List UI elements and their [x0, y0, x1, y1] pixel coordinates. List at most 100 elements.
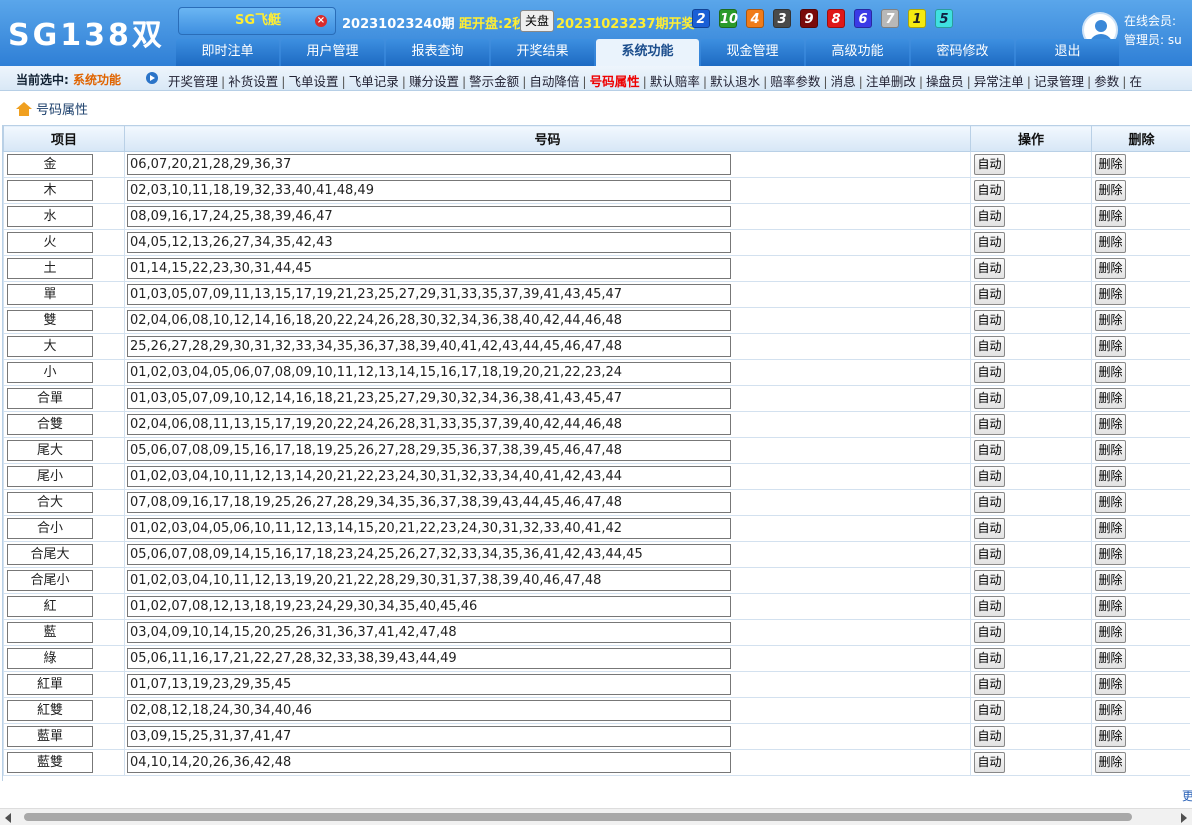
- item-name-field[interactable]: 合雙: [7, 414, 93, 435]
- sub-link[interactable]: 赔率参数: [770, 74, 820, 89]
- delete-button[interactable]: 删除: [1095, 674, 1126, 695]
- numbers-field[interactable]: 03,04,09,10,14,15,20,25,26,31,36,37,41,4…: [127, 622, 731, 643]
- auto-button[interactable]: 自动: [974, 466, 1005, 487]
- auto-button[interactable]: 自动: [974, 440, 1005, 461]
- delete-button[interactable]: 删除: [1095, 700, 1126, 721]
- nav-tab[interactable]: 用户管理: [281, 39, 384, 66]
- auto-button[interactable]: 自动: [974, 596, 1005, 617]
- item-name-field[interactable]: 尾小: [7, 466, 93, 487]
- delete-button[interactable]: 删除: [1095, 648, 1126, 669]
- delete-button[interactable]: 删除: [1095, 752, 1126, 773]
- numbers-field[interactable]: 05,06,11,16,17,21,22,27,28,32,33,38,39,4…: [127, 648, 731, 669]
- nav-tab[interactable]: 密码修改: [911, 39, 1014, 66]
- item-name-field[interactable]: 尾大: [7, 440, 93, 461]
- sub-link[interactable]: 记录管理: [1034, 74, 1084, 89]
- delete-button[interactable]: 删除: [1095, 518, 1126, 539]
- item-name-field[interactable]: 水: [7, 206, 93, 227]
- numbers-field[interactable]: 01,02,03,04,10,11,12,13,19,20,21,22,28,2…: [127, 570, 731, 591]
- nav-tab[interactable]: 退出: [1016, 39, 1119, 66]
- delete-button[interactable]: 删除: [1095, 414, 1126, 435]
- delete-button[interactable]: 删除: [1095, 284, 1126, 305]
- delete-button[interactable]: 删除: [1095, 362, 1126, 383]
- numbers-field[interactable]: 04,10,14,20,26,36,42,48: [127, 752, 731, 773]
- nav-tab[interactable]: 即时注单: [176, 39, 279, 66]
- numbers-field[interactable]: 01,03,05,07,09,11,13,15,17,19,21,23,25,2…: [127, 284, 731, 305]
- auto-button[interactable]: 自动: [974, 362, 1005, 383]
- delete-button[interactable]: 删除: [1095, 570, 1126, 591]
- auto-button[interactable]: 自动: [974, 180, 1005, 201]
- item-name-field[interactable]: 合尾大: [7, 544, 93, 565]
- numbers-field[interactable]: 02,04,06,08,11,13,15,17,19,20,22,24,26,2…: [127, 414, 731, 435]
- item-name-field[interactable]: 金: [7, 154, 93, 175]
- numbers-field[interactable]: 06,07,20,21,28,29,36,37: [127, 154, 731, 175]
- auto-button[interactable]: 自动: [974, 336, 1005, 357]
- item-name-field[interactable]: 紅雙: [7, 700, 93, 721]
- online-members-label[interactable]: 在线会员:: [1124, 12, 1176, 29]
- sub-link[interactable]: 注单删改: [866, 74, 916, 89]
- item-name-field[interactable]: 合小: [7, 518, 93, 539]
- numbers-field[interactable]: 02,03,10,11,18,19,32,33,40,41,48,49: [127, 180, 731, 201]
- item-name-field[interactable]: 木: [7, 180, 93, 201]
- scroll-right-arrow-icon[interactable]: [1181, 813, 1187, 823]
- home-icon[interactable]: [16, 102, 32, 116]
- numbers-field[interactable]: 05,06,07,08,09,15,16,17,18,19,25,26,27,2…: [127, 440, 731, 461]
- sub-link[interactable]: 飞单记录: [349, 74, 399, 89]
- sub-link[interactable]: 飞单设置: [288, 74, 338, 89]
- delete-button[interactable]: 删除: [1095, 258, 1126, 279]
- close-icon[interactable]: ×: [315, 15, 327, 27]
- auto-button[interactable]: 自动: [974, 232, 1005, 253]
- auto-button[interactable]: 自动: [974, 752, 1005, 773]
- numbers-field[interactable]: 04,05,12,13,26,27,34,35,42,43: [127, 232, 731, 253]
- item-name-field[interactable]: 大: [7, 336, 93, 357]
- numbers-field[interactable]: 01,07,13,19,23,29,35,45: [127, 674, 731, 695]
- numbers-field[interactable]: 03,09,15,25,31,37,41,47: [127, 726, 731, 747]
- item-name-field[interactable]: 合大: [7, 492, 93, 513]
- numbers-field[interactable]: 01,02,07,08,12,13,18,19,23,24,29,30,34,3…: [127, 596, 731, 617]
- auto-button[interactable]: 自动: [974, 284, 1005, 305]
- item-name-field[interactable]: 綠: [7, 648, 93, 669]
- sub-link[interactable]: 参数: [1094, 74, 1119, 89]
- delete-button[interactable]: 删除: [1095, 726, 1126, 747]
- delete-button[interactable]: 删除: [1095, 596, 1126, 617]
- numbers-field[interactable]: 25,26,27,28,29,30,31,32,33,34,35,36,37,3…: [127, 336, 731, 357]
- nav-tab[interactable]: 报表查询: [386, 39, 489, 66]
- delete-button[interactable]: 删除: [1095, 154, 1126, 175]
- item-name-field[interactable]: 藍雙: [7, 752, 93, 773]
- numbers-field[interactable]: 07,08,09,16,17,18,19,25,26,27,28,29,34,3…: [127, 492, 731, 513]
- item-name-field[interactable]: 小: [7, 362, 93, 383]
- sub-link[interactable]: 警示金额: [469, 74, 519, 89]
- scrollbar-thumb[interactable]: [24, 813, 1132, 821]
- horizontal-scrollbar[interactable]: [0, 808, 1192, 825]
- numbers-field[interactable]: 02,08,12,18,24,30,34,40,46: [127, 700, 731, 721]
- numbers-field[interactable]: 01,02,03,04,05,06,07,08,09,10,11,12,13,1…: [127, 362, 731, 383]
- item-name-field[interactable]: 土: [7, 258, 93, 279]
- item-name-field[interactable]: 紅: [7, 596, 93, 617]
- delete-button[interactable]: 删除: [1095, 544, 1126, 565]
- scroll-left-arrow-icon[interactable]: [5, 813, 11, 823]
- auto-button[interactable]: 自动: [974, 206, 1005, 227]
- nav-tab[interactable]: 开奖结果: [491, 39, 594, 66]
- item-name-field[interactable]: 火: [7, 232, 93, 253]
- delete-button[interactable]: 删除: [1095, 622, 1126, 643]
- more-link[interactable]: 更: [1182, 787, 1192, 804]
- sub-link[interactable]: 自动降倍: [529, 74, 579, 89]
- auto-button[interactable]: 自动: [974, 570, 1005, 591]
- auto-button[interactable]: 自动: [974, 258, 1005, 279]
- numbers-field[interactable]: 01,03,05,07,09,10,12,14,16,18,21,23,25,2…: [127, 388, 731, 409]
- delete-button[interactable]: 删除: [1095, 492, 1126, 513]
- sub-link[interactable]: 补货设置: [228, 74, 278, 89]
- nav-tab[interactable]: 高级功能: [806, 39, 909, 66]
- auto-button[interactable]: 自动: [974, 388, 1005, 409]
- nav-tab[interactable]: 系统功能: [596, 39, 699, 66]
- item-name-field[interactable]: 雙: [7, 310, 93, 331]
- delete-button[interactable]: 删除: [1095, 232, 1126, 253]
- numbers-field[interactable]: 08,09,16,17,24,25,38,39,46,47: [127, 206, 731, 227]
- numbers-field[interactable]: 02,04,06,08,10,12,14,16,18,20,22,24,26,2…: [127, 310, 731, 331]
- auto-button[interactable]: 自动: [974, 310, 1005, 331]
- delete-button[interactable]: 删除: [1095, 180, 1126, 201]
- sub-link[interactable]: 号码属性: [590, 74, 640, 89]
- numbers-field[interactable]: 01,02,03,04,10,11,12,13,14,20,21,22,23,2…: [127, 466, 731, 487]
- item-name-field[interactable]: 合尾小: [7, 570, 93, 591]
- sub-link[interactable]: 默认退水: [710, 74, 760, 89]
- sub-link[interactable]: 消息: [831, 74, 856, 89]
